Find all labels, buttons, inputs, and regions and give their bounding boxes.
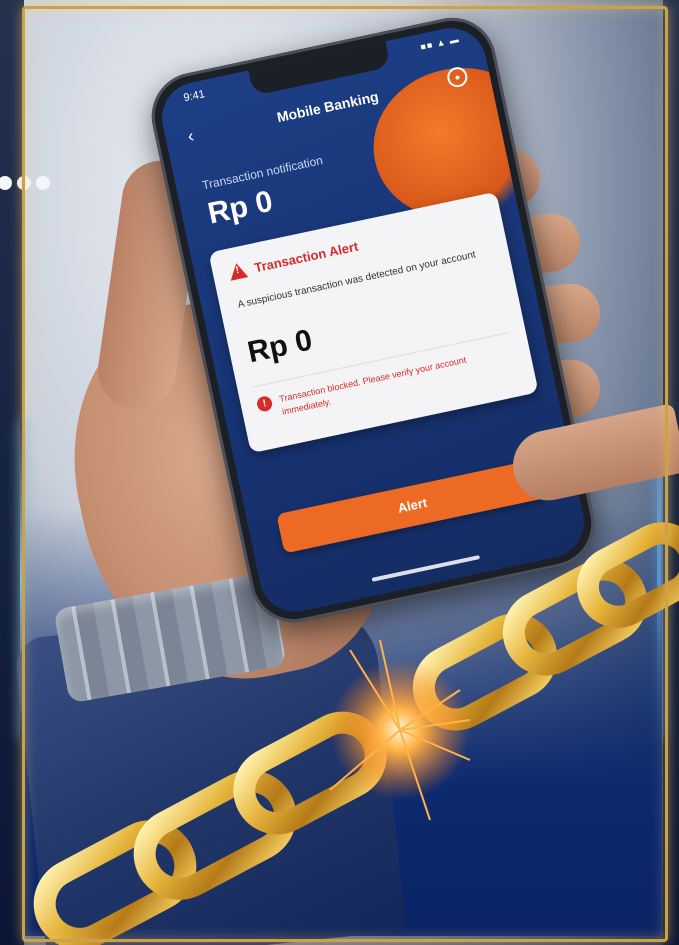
gold-border — [22, 6, 668, 942]
poster-frame: 9:41 ■■ ▲ ▬ ‹ Mobile Banking ● Transacti… — [0, 0, 679, 945]
